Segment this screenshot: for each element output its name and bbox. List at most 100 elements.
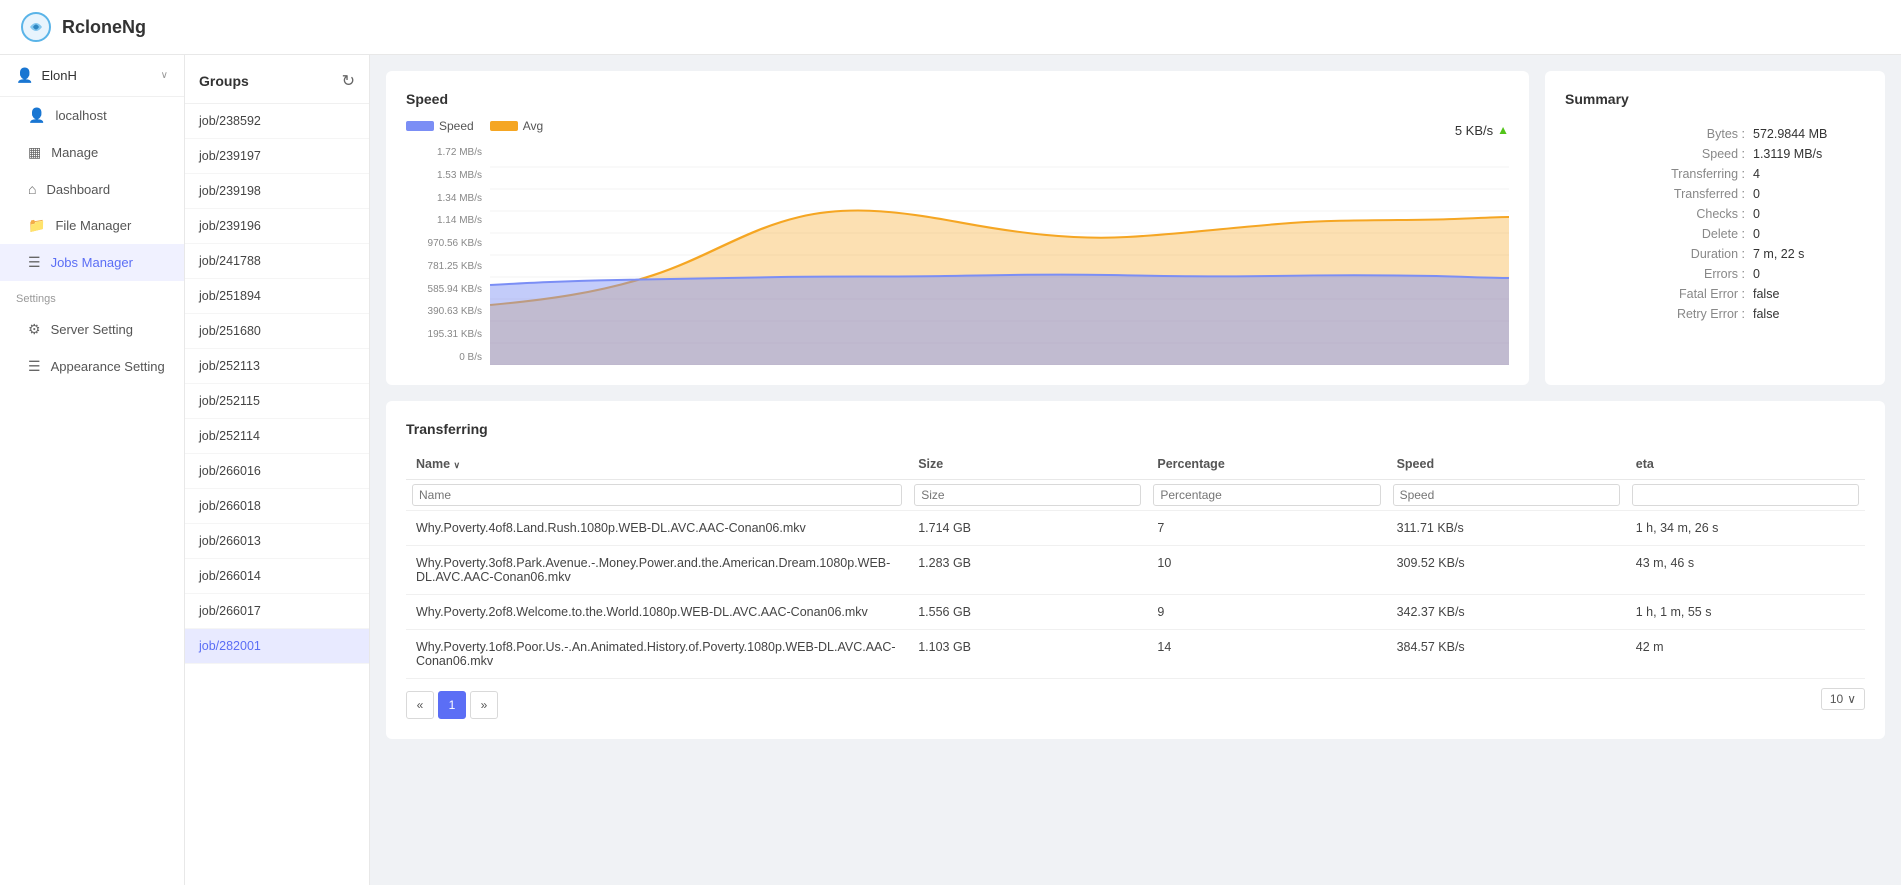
col-eta: eta (1626, 449, 1865, 480)
sort-icon: ∨ (454, 460, 461, 470)
sidebar: 👤 ElonH ∨ 👤 localhost ▦ Manage ⌂ Dashboa… (0, 55, 185, 885)
transferring-title: Transferring (406, 421, 1865, 437)
summary-label: Speed : (1635, 147, 1745, 161)
col-speed: Speed (1387, 449, 1626, 480)
group-item-job252114[interactable]: job/252114 (185, 419, 369, 454)
legend-avg-label: Avg (523, 119, 543, 133)
avg-color-swatch (490, 121, 518, 131)
group-item-job251894[interactable]: job/251894 (185, 279, 369, 314)
filter-speed-input[interactable] (1393, 484, 1620, 506)
groups-list: job/238592job/239197job/239198job/239196… (185, 104, 369, 885)
group-item-job241788[interactable]: job/241788 (185, 244, 369, 279)
cell-eta: 43 m, 46 s (1626, 546, 1865, 595)
page-size-selector[interactable]: 10 ∨ (1821, 688, 1865, 710)
sidebar-item-label: Server Setting (51, 322, 133, 337)
summary-label: Transferred : (1635, 187, 1745, 201)
group-item-job251680[interactable]: job/251680 (185, 314, 369, 349)
cell-eta: 1 h, 34 m, 26 s (1626, 511, 1865, 546)
filter-size-input[interactable] (914, 484, 1141, 506)
filter-percentage-input[interactable] (1153, 484, 1380, 506)
legend-speed: Speed (406, 119, 474, 133)
cell-eta: 42 m (1626, 630, 1865, 679)
group-item-job266013[interactable]: job/266013 (185, 524, 369, 559)
user-name: ElonH (41, 68, 76, 83)
gear-icon: ⚙ (28, 321, 41, 338)
sidebar-item-file-manager[interactable]: 📁 File Manager (0, 207, 184, 244)
summary-value: 0 (1745, 267, 1865, 281)
filter-name-input[interactable] (412, 484, 902, 506)
group-item-job266018[interactable]: job/266018 (185, 489, 369, 524)
y-label-3: 1.14 MB/s (406, 215, 482, 226)
summary-value: 1.3119 MB/s (1745, 147, 1865, 161)
y-label-1: 1.53 MB/s (406, 170, 482, 181)
app-title: RcloneNg (62, 17, 146, 38)
group-item-job239196[interactable]: job/239196 (185, 209, 369, 244)
y-axis-labels: 1.72 MB/s 1.53 MB/s 1.34 MB/s 1.14 MB/s … (406, 145, 486, 365)
table-row: Why.Poverty.1of8.Poor.Us.-.An.Animated.H… (406, 630, 1865, 679)
summary-label: Delete : (1635, 227, 1745, 241)
sidebar-item-label: Jobs Manager (51, 255, 133, 270)
y-label-6: 585.94 KB/s (406, 284, 482, 295)
sidebar-item-label: Appearance Setting (51, 359, 165, 374)
user-menu[interactable]: 👤 ElonH ∨ (0, 55, 184, 97)
table-row: Why.Poverty.4of8.Land.Rush.1080p.WEB-DL.… (406, 511, 1865, 546)
transferring-card: Transferring Name ∨ Size Percentage Spee… (386, 401, 1885, 739)
summary-row: Fatal Error :false (1565, 287, 1865, 301)
cell-name: Why.Poverty.4of8.Land.Rush.1080p.WEB-DL.… (406, 511, 908, 546)
group-item-job252113[interactable]: job/252113 (185, 349, 369, 384)
speed-card-title: Speed (406, 91, 1509, 107)
legend-avg: Avg (490, 119, 543, 133)
sidebar-item-jobs-manager[interactable]: ☰ Jobs Manager (0, 244, 184, 281)
summary-row: Delete :0 (1565, 227, 1865, 241)
grid-icon: ▦ (28, 144, 41, 161)
summary-title: Summary (1565, 91, 1865, 107)
prev-page-button[interactable]: « (406, 691, 434, 719)
cell-eta: 1 h, 1 m, 55 s (1626, 595, 1865, 630)
cell-size: 1.714 GB (908, 511, 1147, 546)
group-item-job282001[interactable]: job/282001 (185, 629, 369, 664)
summary-value: 7 m, 22 s (1745, 247, 1865, 261)
transferring-table-wrapper: Name ∨ Size Percentage Speed eta (406, 449, 1865, 679)
summary-card: Summary Bytes :572.9844 MB Speed :1.3119 … (1545, 71, 1885, 385)
group-item-job238592[interactable]: job/238592 (185, 104, 369, 139)
speed-card: Speed Speed Avg 5 KB/s ▲ (386, 71, 1529, 385)
sidebar-item-server-setting[interactable]: ⚙ Server Setting (0, 311, 184, 348)
y-label-4: 970.56 KB/s (406, 238, 482, 249)
refresh-button[interactable]: ↻ (342, 71, 355, 91)
summary-label: Retry Error : (1635, 307, 1745, 321)
pagination-row: « 1 » 10 ∨ (406, 679, 1865, 719)
pagination: « 1 » (406, 691, 498, 719)
table-header: Name ∨ Size Percentage Speed eta (406, 449, 1865, 480)
group-item-job266017[interactable]: job/266017 (185, 594, 369, 629)
col-size: Size (908, 449, 1147, 480)
sidebar-item-appearance-setting[interactable]: ☰ Appearance Setting (0, 348, 184, 385)
cell-size: 1.556 GB (908, 595, 1147, 630)
filter-eta-input[interactable] (1632, 484, 1859, 506)
summary-row: Speed :1.3119 MB/s (1565, 147, 1865, 161)
page-1-button[interactable]: 1 (438, 691, 466, 719)
sidebar-item-localhost[interactable]: 👤 localhost (0, 97, 184, 134)
settings-section-label: Settings (0, 281, 184, 311)
group-item-job239198[interactable]: job/239198 (185, 174, 369, 209)
cell-name: Why.Poverty.1of8.Poor.Us.-.An.Animated.H… (406, 630, 908, 679)
summary-row: Checks :0 (1565, 207, 1865, 221)
topbar: RcloneNg (0, 0, 1901, 55)
summary-row: Bytes :572.9844 MB (1565, 127, 1865, 141)
group-item-job266016[interactable]: job/266016 (185, 454, 369, 489)
group-item-job252115[interactable]: job/252115 (185, 384, 369, 419)
sidebar-item-dashboard[interactable]: ⌂ Dashboard (0, 171, 184, 207)
summary-row: Duration :7 m, 22 s (1565, 247, 1865, 261)
group-item-job266014[interactable]: job/266014 (185, 559, 369, 594)
transferring-table: Name ∨ Size Percentage Speed eta (406, 449, 1865, 679)
cell-name: Why.Poverty.3of8.Park.Avenue.-.Money.Pow… (406, 546, 908, 595)
groups-title: Groups (199, 73, 249, 89)
next-page-button[interactable]: » (470, 691, 498, 719)
app-logo (20, 11, 52, 43)
summary-value: 4 (1745, 167, 1865, 181)
chevron-down-icon: ∨ (161, 70, 168, 81)
groups-header: Groups ↻ (185, 55, 369, 104)
summary-value: 0 (1745, 207, 1865, 221)
list-icon: ☰ (28, 254, 41, 271)
sidebar-item-manage[interactable]: ▦ Manage (0, 134, 184, 171)
group-item-job239197[interactable]: job/239197 (185, 139, 369, 174)
